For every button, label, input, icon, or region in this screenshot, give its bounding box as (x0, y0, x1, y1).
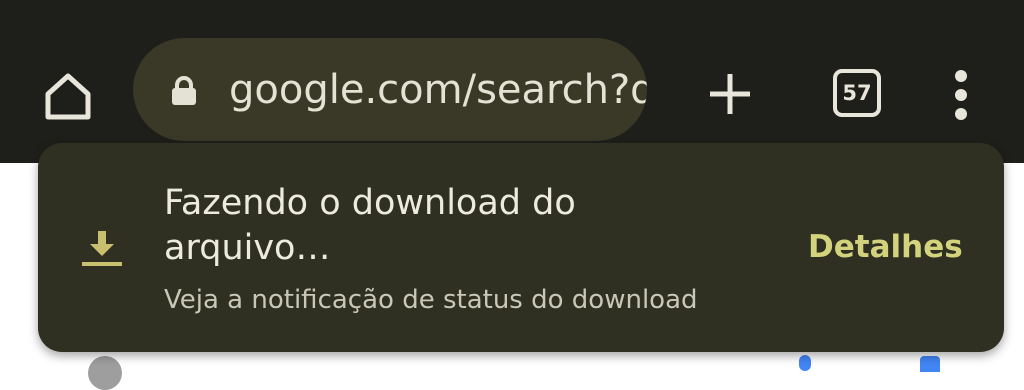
new-tab-button[interactable] (708, 72, 752, 116)
tab-switcher-icon: 57 (833, 69, 881, 117)
details-button[interactable]: Detalhes (808, 227, 963, 267)
snackbar-title: Fazendo o download do arquivo… (164, 183, 576, 268)
browser-toolbar: google.com/search?q 57 (0, 0, 1024, 163)
page-icon-peek (920, 356, 940, 372)
url-text[interactable]: google.com/search?q (229, 66, 647, 114)
plus-icon (710, 74, 750, 114)
page-icon-peek (799, 355, 811, 371)
menu-button[interactable] (945, 68, 977, 122)
snackbar-subtitle: Veja a notificação de status do download (164, 285, 698, 315)
download-icon (82, 231, 122, 266)
page-avatar-peek (88, 356, 122, 390)
home-icon (45, 73, 91, 120)
more-vert-icon (955, 70, 967, 82)
more-vert-dot (955, 89, 967, 101)
home-button[interactable] (40, 70, 96, 122)
download-snackbar: Fazendo o download do arquivo… Veja a no… (38, 143, 1004, 352)
more-vert-dot (955, 108, 967, 120)
address-bar[interactable]: google.com/search?q (133, 38, 647, 141)
tab-switcher-button[interactable]: 57 (830, 66, 882, 118)
lock-icon (172, 76, 196, 105)
